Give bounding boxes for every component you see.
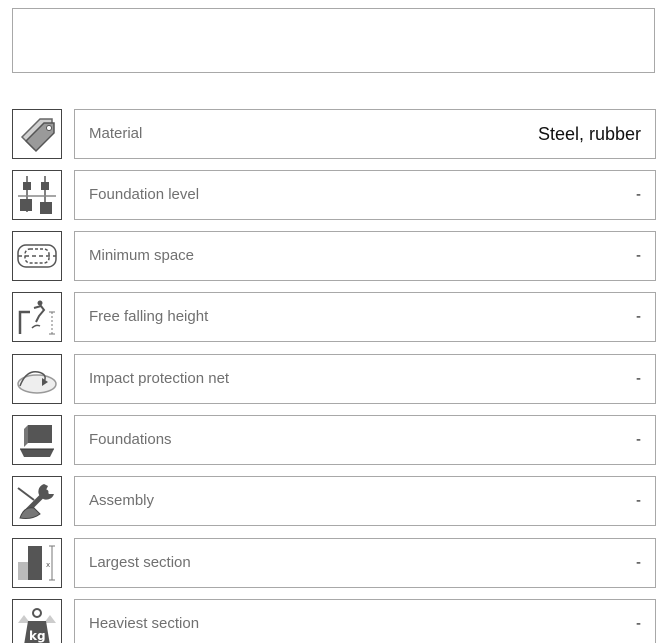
spec-label: Foundation level bbox=[89, 186, 200, 203]
spec-label: Impact protection net bbox=[89, 370, 230, 387]
spec-row-minimum-space: Minimum space - bbox=[12, 231, 656, 281]
spec-value: - bbox=[636, 247, 641, 264]
foundation-level-icon bbox=[12, 170, 62, 220]
spec-value: - bbox=[636, 554, 641, 571]
svg-text:x: x bbox=[46, 561, 50, 569]
spec-label: Free falling height bbox=[89, 308, 209, 325]
header-box bbox=[12, 8, 655, 73]
spec-label: Foundations bbox=[89, 431, 172, 448]
free-falling-height-icon bbox=[12, 292, 62, 342]
spec-label: Heaviest section bbox=[89, 615, 200, 632]
spec-field-material: Material Steel, rubber bbox=[74, 109, 656, 159]
spec-field-free-falling-height: Free falling height - bbox=[74, 292, 656, 342]
spec-value: - bbox=[636, 431, 641, 448]
kg-label: kg bbox=[29, 629, 46, 643]
spec-row-heaviest-section: kg Heaviest section - bbox=[12, 599, 656, 643]
minimum-space-icon bbox=[12, 231, 62, 281]
spec-value: - bbox=[636, 186, 641, 203]
spec-value: Steel, rubber bbox=[537, 124, 641, 144]
price-tag-icon bbox=[12, 109, 62, 159]
spec-row-impact-protection-net: Impact protection net - bbox=[12, 354, 656, 404]
spec-label: Minimum space bbox=[89, 247, 195, 264]
spec-field-foundation-level: Foundation level - bbox=[74, 170, 656, 220]
spec-field-impact-protection-net: Impact protection net - bbox=[74, 354, 656, 404]
spec-row-largest-section: x Largest section - bbox=[12, 538, 656, 588]
spec-value: - bbox=[636, 308, 641, 325]
product-spec-panel: Material Steel, rubber Foundation level … bbox=[0, 0, 660, 643]
spec-value: - bbox=[636, 370, 641, 387]
spec-label: Assembly bbox=[89, 492, 155, 509]
spec-value: - bbox=[636, 492, 641, 509]
foundations-icon bbox=[12, 415, 62, 465]
spec-row-free-falling-height: Free falling height - bbox=[12, 292, 656, 342]
impact-protection-net-icon bbox=[12, 354, 62, 404]
spec-field-minimum-space: Minimum space - bbox=[74, 231, 656, 281]
spec-field-assembly: Assembly - bbox=[74, 476, 656, 526]
spec-row-foundations: Foundations - bbox=[12, 415, 656, 465]
spec-row-material: Material Steel, rubber bbox=[12, 109, 656, 159]
spec-row-foundation-level: Foundation level - bbox=[12, 170, 656, 220]
heaviest-section-kg-icon: kg bbox=[12, 599, 62, 643]
spec-field-heaviest-section: Heaviest section - bbox=[74, 599, 656, 643]
largest-section-icon: x bbox=[12, 538, 62, 588]
assembly-wrench-icon bbox=[12, 476, 62, 526]
spec-field-largest-section: Largest section - bbox=[74, 538, 656, 588]
spec-label: Largest section bbox=[89, 554, 191, 571]
spec-field-foundations: Foundations - bbox=[74, 415, 656, 465]
spec-value: - bbox=[636, 615, 641, 632]
spec-label: Material bbox=[89, 125, 143, 142]
spec-row-assembly: Assembly - bbox=[12, 476, 656, 526]
